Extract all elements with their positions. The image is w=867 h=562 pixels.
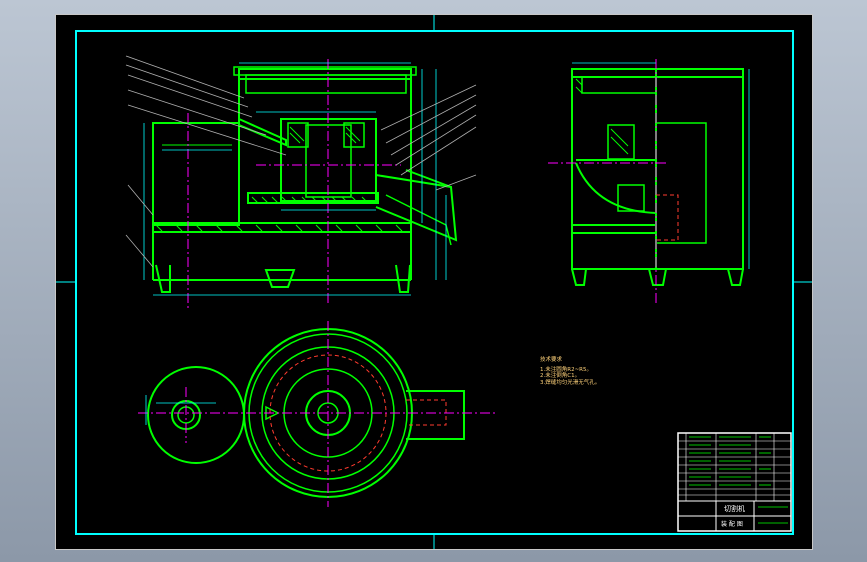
top-view-center-lines [138, 321, 496, 507]
title-block [677, 432, 792, 532]
front-view-center-lines [187, 59, 401, 310]
cad-drawing: 切割机 装 配 图 技术要求 1.未注圆角R2~R5。 2.未注倒角C1。 3.… [56, 15, 812, 549]
notes-line-3: 3.焊缝均匀光滑无气孔。 [540, 378, 600, 386]
title-block-bottom-label: 装 配 图 [721, 520, 743, 528]
front-view-leader-lines [125, 55, 477, 268]
drawing-sheet: 切割机 装 配 图 技术要求 1.未注圆角R2~R5。 2.未注倒角C1。 3.… [55, 14, 813, 550]
front-section-view [152, 66, 458, 293]
side-view [571, 68, 744, 286]
title-block-title: 切割机 [724, 504, 745, 513]
side-view-dimension-lines [572, 62, 750, 269]
notes-heading: 技术要求 [540, 355, 563, 363]
technical-notes: 技术要求 1.未注圆角R2~R5。 2.未注倒角C1。 3.焊缝均匀光滑无气孔。 [540, 355, 600, 386]
notes-line-2: 2.未注倒角C1。 [540, 371, 580, 379]
side-view-hatching [575, 78, 629, 155]
side-view-hidden-lines [656, 194, 679, 241]
notes-line-1: 1.未注圆角R2~R5。 [540, 365, 592, 373]
